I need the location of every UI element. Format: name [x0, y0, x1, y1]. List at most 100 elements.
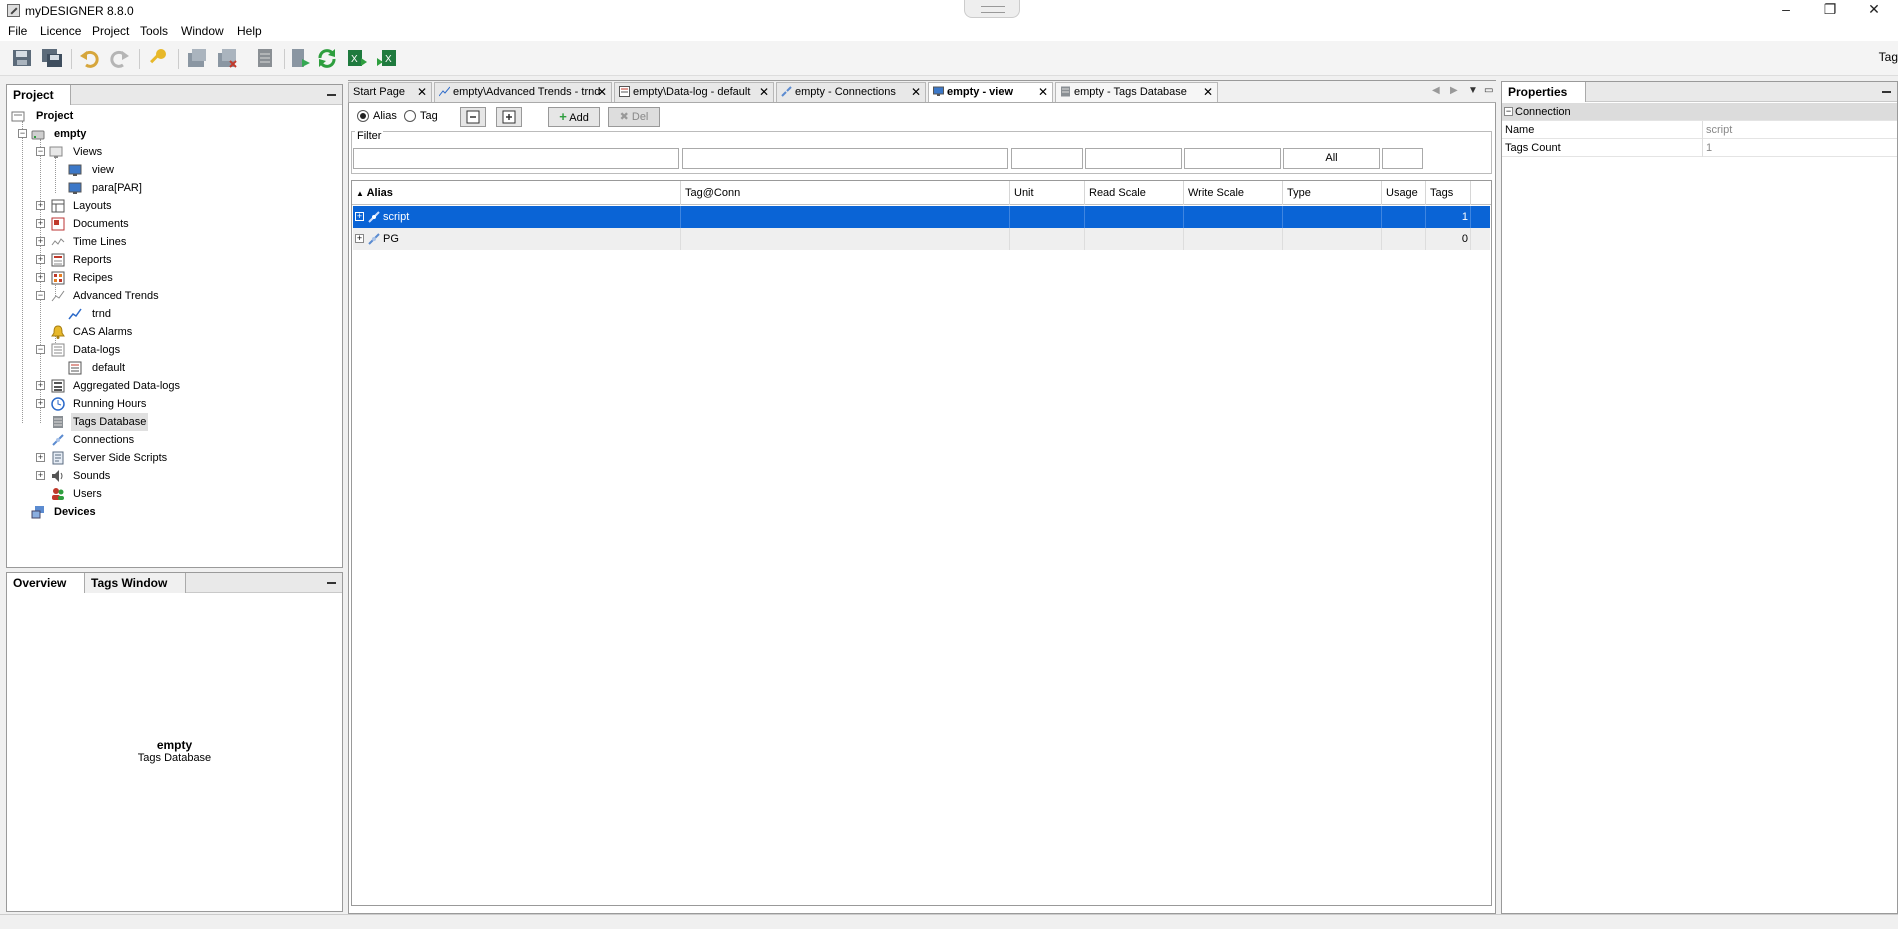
expand-toggle[interactable]: +: [36, 471, 45, 480]
properties-tab[interactable]: Properties: [1502, 82, 1586, 102]
menu-file[interactable]: File: [8, 24, 27, 38]
column-write-scale[interactable]: Write Scale: [1184, 181, 1283, 205]
expand-toggle[interactable]: +: [36, 201, 45, 210]
tab-overview[interactable]: Overview: [7, 573, 85, 593]
filter-usage-input[interactable]: [1382, 148, 1423, 169]
filter-write-scale-input[interactable]: [1184, 148, 1281, 169]
tab-start-page[interactable]: Start Page ✕: [348, 82, 432, 102]
expand-all-button[interactable]: [496, 107, 522, 127]
close-tab-icon[interactable]: ✕: [597, 83, 607, 101]
column-read-scale[interactable]: Read Scale: [1085, 181, 1184, 205]
tagconn-cell: [681, 228, 1010, 250]
property-row-tags-count[interactable]: Tags Count 1: [1502, 139, 1897, 157]
undo-button[interactable]: [78, 47, 102, 69]
delete-button[interactable]: ✖ Del: [608, 107, 660, 127]
menu-project[interactable]: Project: [92, 24, 129, 38]
filter-tagconn-input[interactable]: [682, 148, 1008, 169]
unit-cell: [1010, 228, 1085, 250]
minimize-panel-button[interactable]: [327, 94, 336, 96]
excel-export-button[interactable]: X: [346, 47, 370, 69]
menu-window[interactable]: Window: [181, 24, 224, 38]
tab-connections[interactable]: empty - Connections ✕: [776, 82, 926, 102]
column-type[interactable]: Type: [1283, 181, 1382, 205]
table-row[interactable]: + script 1: [353, 206, 1490, 228]
redo-icon: [110, 50, 129, 68]
expand-toggle[interactable]: +: [36, 453, 45, 462]
refresh-icon: [318, 49, 336, 68]
filter-alias-input[interactable]: [353, 148, 679, 169]
grip-handle[interactable]: [964, 0, 1020, 18]
expand-toggle[interactable]: +: [36, 219, 45, 228]
column-tag-conn[interactable]: Tag@Conn: [681, 181, 1010, 205]
expand-toggle[interactable]: +: [36, 381, 45, 390]
toolbar: X X Tag: [0, 41, 1898, 76]
close-tab-icon[interactable]: ✕: [1038, 83, 1048, 101]
close-tab-icon[interactable]: ✕: [911, 83, 921, 101]
tab-advanced-trends-trnd[interactable]: empty\Advanced Trends - trnd ✕: [434, 82, 612, 102]
close-button[interactable]: ✕: [1852, 0, 1896, 20]
maximize-document-icon[interactable]: ▭: [1484, 85, 1493, 96]
tab-scroll-left-icon[interactable]: ◀: [1432, 85, 1440, 96]
filter-unit-input[interactable]: [1011, 148, 1083, 169]
tab-tags-window[interactable]: Tags Window: [85, 573, 186, 593]
menu-help[interactable]: Help: [237, 24, 262, 38]
minimize-button[interactable]: –: [1764, 0, 1808, 20]
hdd-icon: [31, 130, 45, 140]
tag-radio[interactable]: [404, 110, 416, 122]
close-tab-icon[interactable]: ✕: [1203, 83, 1213, 101]
tab-tags-database[interactable]: empty - Tags Database ✕: [1055, 82, 1218, 102]
close-tab-icon[interactable]: ✕: [759, 83, 769, 101]
expand-toggle[interactable]: +: [36, 255, 45, 264]
table-row[interactable]: + PG 0: [353, 228, 1490, 250]
collapse-toggle[interactable]: −: [36, 345, 45, 354]
expand-toggle[interactable]: +: [355, 212, 364, 221]
minimize-panel-button[interactable]: [327, 582, 336, 584]
excel-import-button[interactable]: X: [376, 47, 400, 69]
expand-toggle[interactable]: +: [36, 237, 45, 246]
tab-view[interactable]: empty - view ✕: [928, 82, 1053, 102]
collapse-toggle[interactable]: −: [36, 147, 45, 156]
tab-list-dropdown-icon[interactable]: ▼: [1468, 85, 1478, 96]
database-button[interactable]: [254, 47, 278, 69]
refresh-button[interactable]: [316, 47, 340, 69]
import-icon: [218, 49, 237, 68]
licence-key-button[interactable]: [147, 47, 171, 69]
menu-tools[interactable]: Tools: [140, 24, 168, 38]
redo-button[interactable]: [109, 47, 133, 69]
minimize-panel-button[interactable]: [1882, 91, 1891, 93]
column-alias[interactable]: ▲ Alias: [352, 181, 681, 205]
recipes-icon: [51, 271, 65, 285]
expand-toggle[interactable]: +: [36, 399, 45, 408]
import-button[interactable]: [216, 47, 240, 69]
close-tab-icon[interactable]: ✕: [417, 83, 427, 101]
save-button[interactable]: [11, 47, 35, 69]
save-all-icon: [42, 49, 62, 67]
alias-radio[interactable]: [357, 110, 369, 122]
publish-button[interactable]: [289, 47, 313, 69]
collapse-toggle[interactable]: −: [36, 291, 45, 300]
reports-icon: [51, 253, 65, 267]
add-button[interactable]: + Add: [548, 107, 600, 127]
expand-toggle[interactable]: +: [36, 273, 45, 282]
property-section-connection[interactable]: − Connection: [1502, 103, 1897, 121]
restore-button[interactable]: ❐: [1808, 0, 1852, 20]
usage-cell: [1382, 228, 1426, 250]
filter-read-scale-input[interactable]: [1085, 148, 1182, 169]
project-panel-tab[interactable]: Project: [7, 85, 71, 105]
tab-scroll-right-icon[interactable]: ▶: [1450, 85, 1458, 96]
property-row-name[interactable]: Name script: [1502, 121, 1897, 139]
collapse-toggle[interactable]: −: [1504, 107, 1513, 116]
filter-type-select[interactable]: All: [1283, 148, 1380, 169]
collapse-all-button[interactable]: [460, 107, 486, 127]
expand-toggle[interactable]: +: [355, 234, 364, 243]
tab-data-log-default[interactable]: empty\Data-log - default ✕: [614, 82, 774, 102]
column-tags[interactable]: Tags: [1426, 181, 1471, 205]
unit-cell: [1010, 206, 1085, 228]
export-button[interactable]: [186, 47, 210, 69]
save-all-button[interactable]: [41, 47, 65, 69]
menu-licence[interactable]: Licence: [40, 24, 81, 38]
users-icon: [52, 488, 64, 500]
collapse-toggle[interactable]: −: [18, 129, 27, 138]
column-usage[interactable]: Usage: [1382, 181, 1426, 205]
column-unit[interactable]: Unit: [1010, 181, 1085, 205]
